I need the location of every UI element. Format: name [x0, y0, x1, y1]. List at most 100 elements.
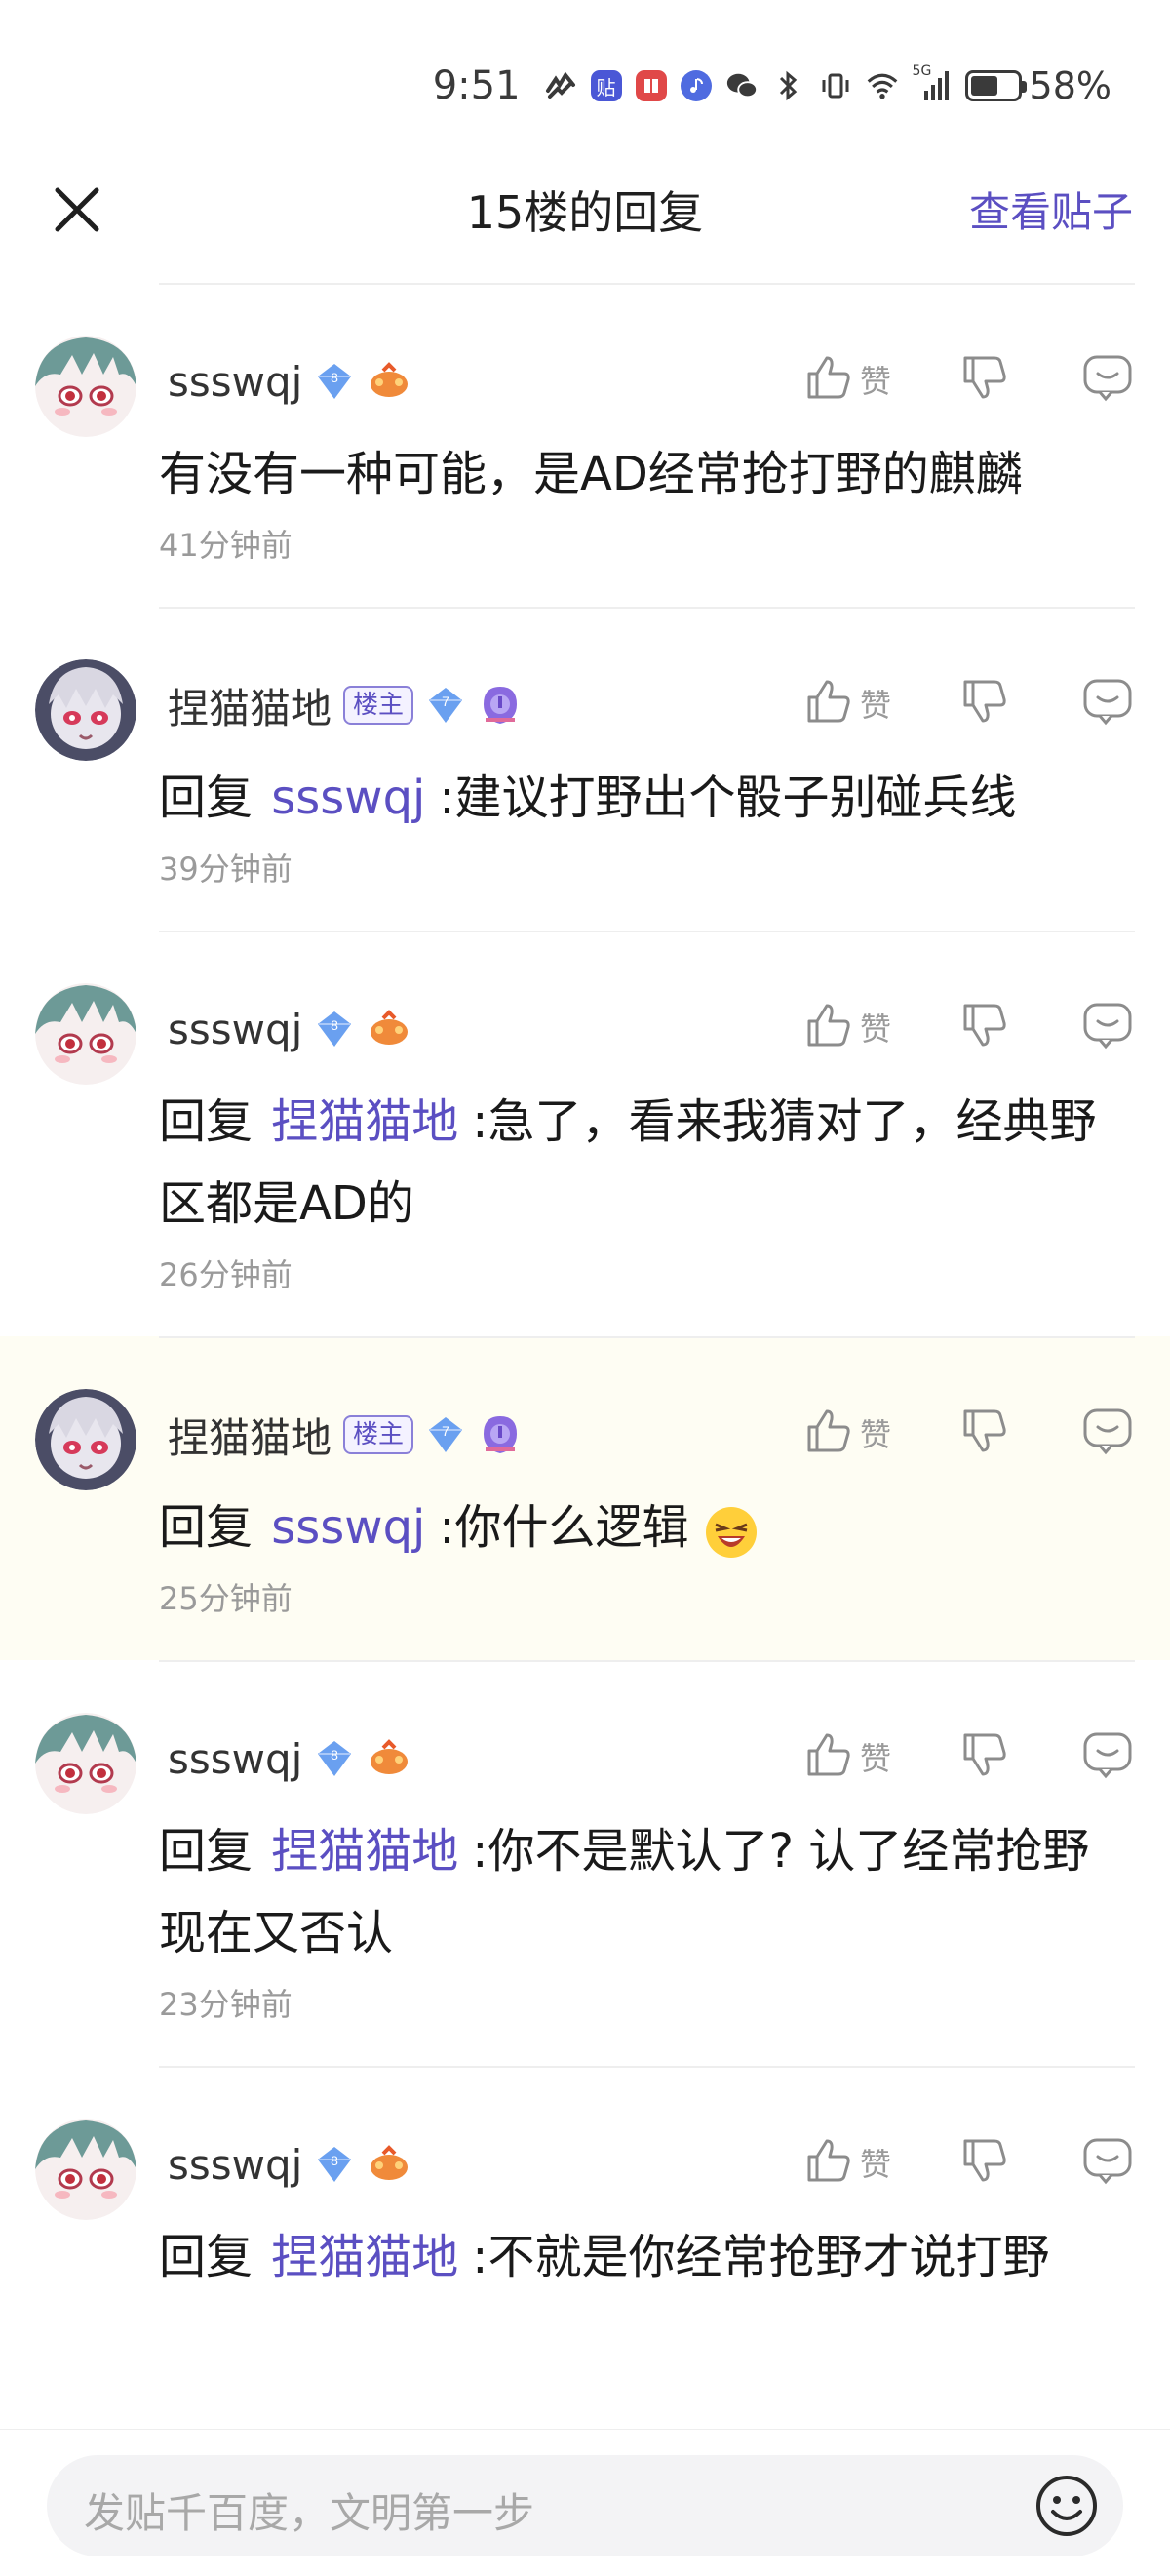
view-post-link[interactable]: 查看贴子 — [969, 179, 1133, 239]
emoji-button[interactable] — [1034, 2473, 1100, 2539]
dislike-button[interactable] — [959, 1000, 1037, 1054]
level-diamond-icon: 7 — [425, 685, 466, 726]
reply-content: 回复 捏猫猫地:急了，看来我猜对了，经典野区都是AD的 — [159, 1081, 1135, 1245]
avatar[interactable] — [35, 336, 136, 437]
dislike-button[interactable] — [959, 676, 1037, 731]
like-button[interactable]: 赞 — [803, 2135, 940, 2190]
like-label: 赞 — [860, 2146, 892, 2183]
comment-input-placeholder: 发贴千百度，文明第一步 — [84, 2489, 535, 2537]
reply-time: 23分钟前 — [159, 1986, 292, 2023]
reply-item[interactable]: 捏猫猫地 楼主 7 赞回复 ssswqj:建议打野出个骰子别碰兵线 39分钟前 — [0, 607, 1170, 931]
like-button[interactable]: 赞 — [803, 1729, 940, 1784]
paw-icon — [544, 69, 577, 102]
thumbs-up-icon — [803, 1406, 854, 1460]
game-medal-icon — [367, 1007, 411, 1051]
reply-content: 回复 ssswqj:建议打野出个骰子别碰兵线 — [159, 757, 1135, 839]
level-diamond-icon: 8 — [314, 1009, 355, 1050]
signal-label: 5G — [912, 63, 932, 79]
reply-button[interactable] — [1076, 1406, 1135, 1460]
username[interactable]: 捏猫猫地 — [168, 676, 332, 735]
like-button[interactable]: 赞 — [803, 676, 940, 731]
like-button[interactable]: 赞 — [803, 1406, 940, 1460]
reply-content: 回复 捏猫猫地:你不是默认了? 认了经常抢野现在又否认 — [159, 1810, 1135, 1974]
comment-icon — [1080, 1729, 1135, 1784]
reply-prefix: 回复 — [159, 2230, 254, 2284]
comment-input[interactable]: 发贴千百度，文明第一步 — [47, 2455, 1123, 2556]
mention-link[interactable]: 捏猫猫地 — [267, 1094, 472, 1149]
game-medal-icon — [367, 1736, 411, 1781]
dislike-button[interactable] — [959, 1406, 1037, 1460]
mention-link[interactable]: ssswqj — [267, 771, 439, 825]
reply-content: 回复 ssswqj:你什么逻辑 — [159, 1486, 1135, 1568]
host-badge: 楼主 — [343, 686, 414, 725]
laughing-emoji-icon — [704, 1503, 759, 1558]
reply-button[interactable] — [1076, 2135, 1135, 2190]
thumbs-down-icon — [959, 1729, 1010, 1784]
like-label: 赞 — [860, 1416, 892, 1453]
svg-text:7: 7 — [442, 1423, 449, 1439]
avatar[interactable] — [35, 659, 136, 761]
game-medal-icon — [367, 359, 411, 404]
like-button[interactable]: 赞 — [803, 1000, 940, 1054]
battery-indicator: 58% — [964, 64, 1112, 107]
wifi-icon — [866, 69, 899, 102]
bottom-input-bar: 发贴千百度，文明第一步 — [0, 2429, 1170, 2576]
purple-medal-icon — [478, 1412, 523, 1457]
reply-time: 26分钟前 — [159, 1256, 292, 1293]
reply-text: :你什么逻辑 — [439, 1500, 689, 1555]
reply-prefix: 回复 — [159, 1094, 254, 1149]
thumbs-up-icon — [803, 1729, 854, 1784]
username[interactable]: ssswqj — [168, 1006, 302, 1053]
reply-item[interactable]: 捏猫猫地 楼主 7 赞回复 ssswqj:你什么逻辑 25分钟前 — [0, 1336, 1170, 1660]
reply-button[interactable] — [1076, 1729, 1135, 1784]
status-bar: 9:51 贴 5G 58% — [0, 0, 1170, 146]
avatar[interactable] — [35, 2119, 136, 2220]
music-app-icon — [680, 70, 712, 101]
thumbs-down-icon — [959, 676, 1010, 731]
battery-icon — [964, 70, 1027, 101]
smiley-icon — [1036, 2476, 1097, 2536]
mention-link[interactable]: 捏猫猫地 — [267, 1824, 472, 1879]
reply-item[interactable]: ssswqj 8 赞回复 捏猫猫地:急了，看来我猜对了，经典野区都是AD的 26分钟前 — [0, 931, 1170, 1336]
reply-prefix: 回复 — [159, 1824, 254, 1879]
reply-button[interactable] — [1076, 676, 1135, 731]
reply-text: :不就是你经常抢野才说打野 — [472, 2230, 1050, 2284]
like-button[interactable]: 赞 — [803, 352, 940, 407]
reply-list: ssswqj 8 赞有没有一种可能，是AD经常抢打野的麒麟 41分钟前 捏猫猫地 楼主 7 赞… — [0, 283, 1170, 2339]
username[interactable]: 捏猫猫地 — [168, 1406, 332, 1465]
mention-link[interactable]: 捏猫猫地 — [267, 2230, 472, 2284]
battery-percent: 58% — [1029, 64, 1112, 107]
thumbs-up-icon — [803, 352, 854, 407]
mention-link[interactable]: ssswqj — [267, 1500, 439, 1555]
top-bar: 15楼的回复 查看贴子 — [0, 146, 1170, 273]
reply-time: 39分钟前 — [159, 851, 292, 888]
username[interactable]: ssswqj — [168, 358, 302, 406]
svg-text:8: 8 — [331, 370, 338, 385]
level-diamond-icon: 8 — [314, 361, 355, 402]
reply-content: 回复 捏猫猫地:不就是你经常抢野才说打野 — [159, 2216, 1135, 2298]
username[interactable]: ssswqj — [168, 1735, 302, 1783]
reply-prefix: 回复 — [159, 771, 254, 825]
avatar[interactable] — [35, 1389, 136, 1490]
dislike-button[interactable] — [959, 2135, 1037, 2190]
svg-text:8: 8 — [331, 1747, 338, 1763]
tieba-app-icon: 贴 — [590, 70, 622, 101]
dislike-button[interactable] — [959, 1729, 1037, 1784]
reply-item[interactable]: ssswqj 8 赞有没有一种可能，是AD经常抢打野的麒麟 41分钟前 — [0, 283, 1170, 607]
thumbs-up-icon — [803, 2135, 854, 2190]
comment-icon — [1080, 1000, 1135, 1054]
like-label: 赞 — [860, 363, 892, 400]
level-diamond-icon: 8 — [314, 2144, 355, 2185]
reply-item[interactable]: ssswqj 8 赞回复 捏猫猫地:不就是你经常抢野才说打野 — [0, 2066, 1170, 2339]
reply-item[interactable]: ssswqj 8 赞回复 捏猫猫地:你不是默认了? 认了经常抢野现在又否认 23分钟前 — [0, 1660, 1170, 2066]
username[interactable]: ssswqj — [168, 2141, 302, 2189]
avatar[interactable] — [35, 983, 136, 1085]
reply-prefix: 回复 — [159, 1500, 254, 1555]
status-time: 9:51 — [432, 63, 521, 108]
reply-button[interactable] — [1076, 1000, 1135, 1054]
reply-button[interactable] — [1076, 352, 1135, 407]
signal-icon: 5G — [913, 63, 952, 102]
dislike-button[interactable] — [959, 352, 1037, 407]
comment-icon — [1080, 352, 1135, 407]
avatar[interactable] — [35, 1713, 136, 1814]
